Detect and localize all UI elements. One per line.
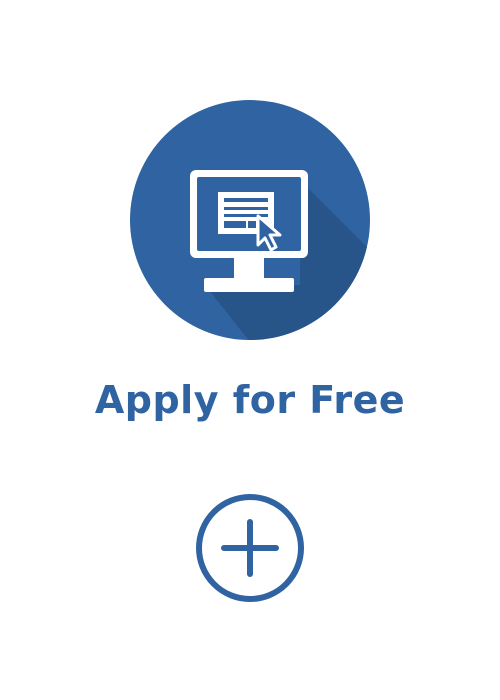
expand-button[interactable] xyxy=(194,492,306,604)
monitor-base xyxy=(204,278,294,292)
monitor-neck xyxy=(234,258,264,278)
page-title: Apply for Free xyxy=(94,378,406,422)
plus-circle-icon xyxy=(196,494,304,602)
computer-monitor-form-cursor-icon xyxy=(130,100,370,340)
